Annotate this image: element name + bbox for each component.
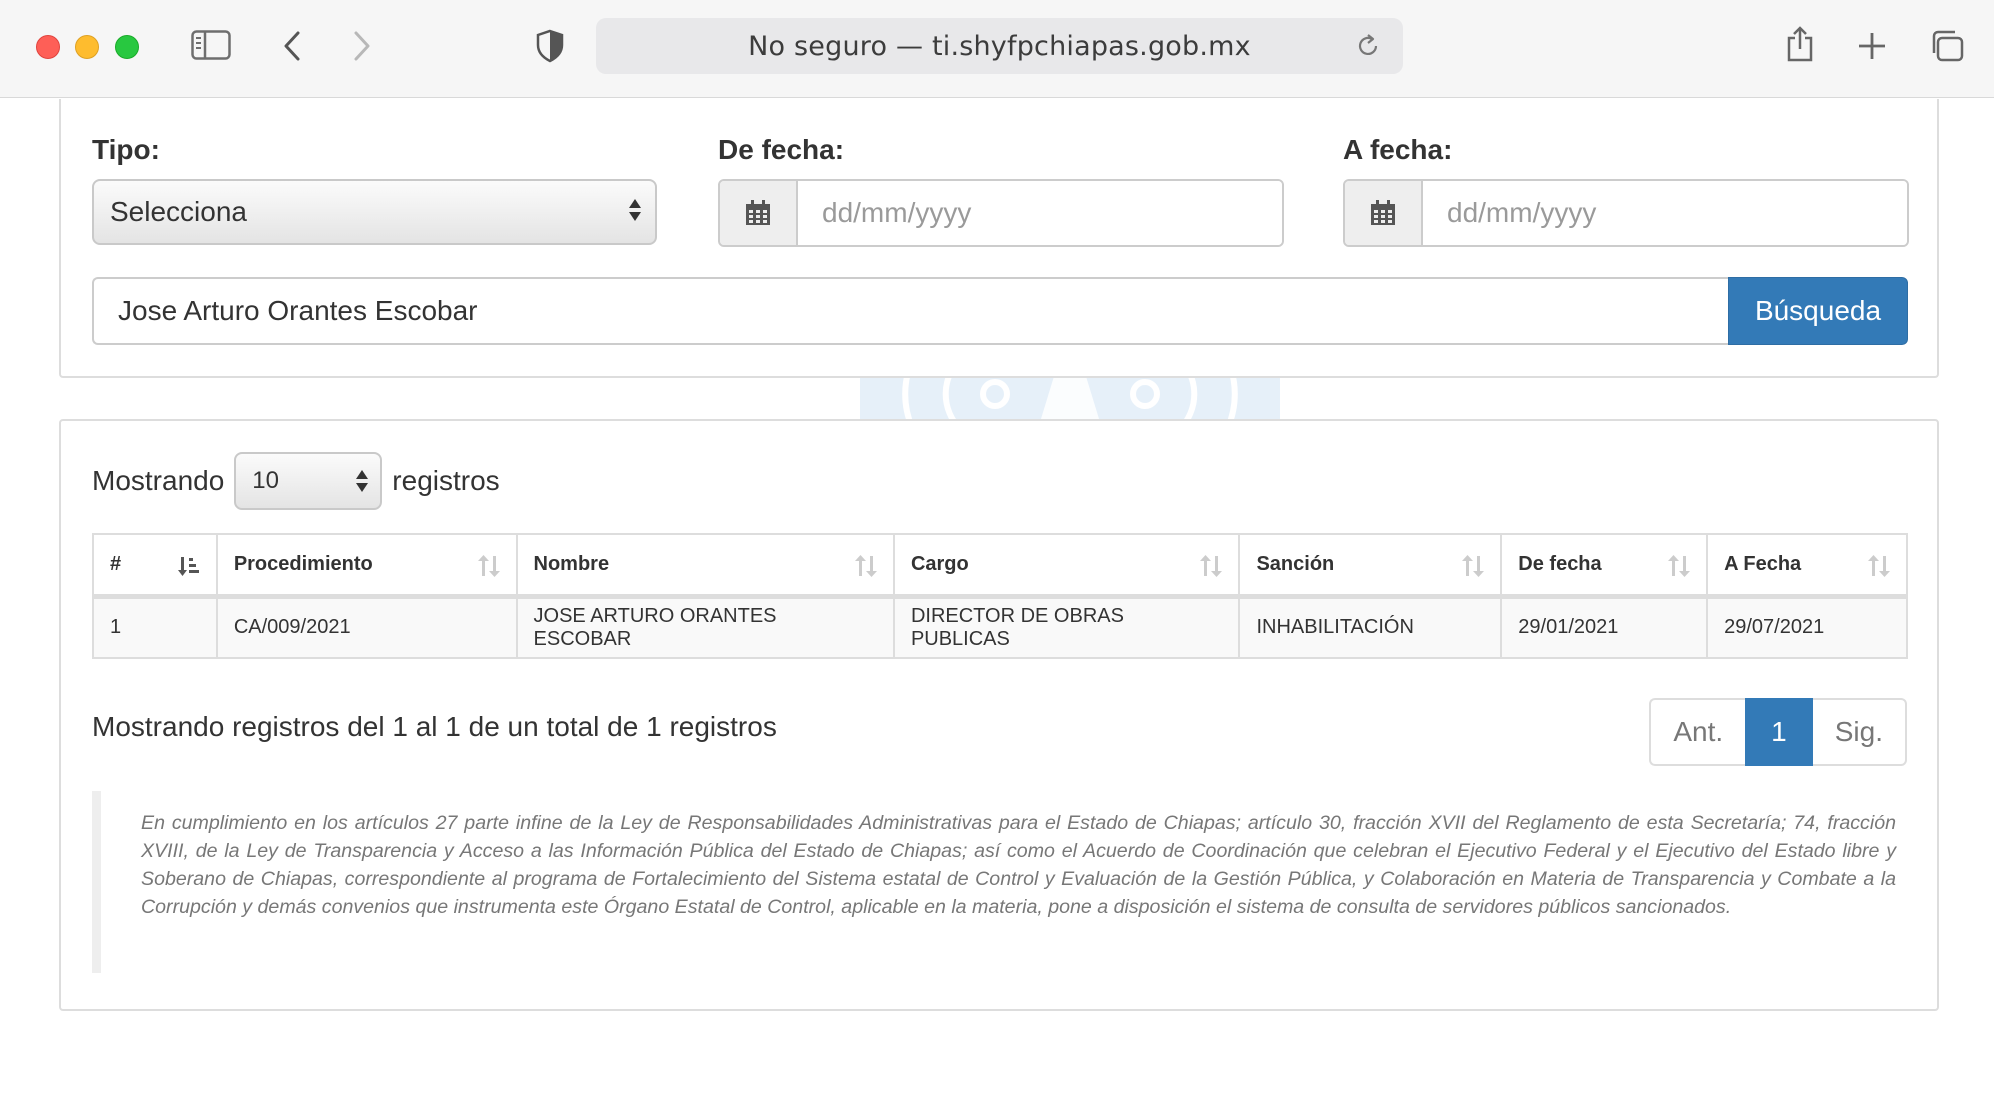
- pagination-next-button[interactable]: Sig.: [1812, 698, 1907, 766]
- tipo-selected-value: Selecciona: [110, 196, 247, 227]
- sidebar-icon[interactable]: [190, 28, 232, 62]
- column-header-a-fecha[interactable]: A Fecha: [1706, 533, 1908, 599]
- pagination: Ant. 1 Sig.: [1649, 698, 1907, 766]
- cell-nombre: JOSE ARTURO ORANTES ESCOBAR: [515, 595, 895, 659]
- length-suffix: registros: [392, 465, 500, 496]
- column-header-cargo[interactable]: Cargo: [892, 533, 1241, 599]
- cell-de-fecha: 29/01/2021: [1500, 595, 1709, 659]
- cell-sancion: INHABILITACIÓN: [1238, 595, 1503, 659]
- new-tab-icon[interactable]: [1856, 30, 1888, 62]
- tab-overview-icon[interactable]: [1928, 28, 1966, 64]
- close-window-button[interactable]: [36, 35, 60, 59]
- minimize-window-button[interactable]: [75, 35, 99, 59]
- column-header-sancion[interactable]: Sanción: [1238, 533, 1503, 599]
- table-info: Mostrando registros del 1 al 1 de un tot…: [92, 711, 777, 742]
- cell-a-fecha: 29/07/2021: [1706, 595, 1908, 659]
- address-bar[interactable]: No seguro — ti.shyfpchiapas.gob.mx: [596, 18, 1403, 74]
- page-content: AGENCIA CINCUENTA Y CINCO Tipo: Seleccio…: [0, 99, 1994, 1118]
- a-fecha-group: [1343, 179, 1909, 247]
- column-header-nombre[interactable]: Nombre: [515, 533, 895, 599]
- pagination-page-1[interactable]: 1: [1745, 698, 1813, 766]
- browser-toolbar: No seguro — ti.shyfpchiapas.gob.mx: [0, 0, 1994, 98]
- a-fecha-label: A fecha:: [1343, 134, 1453, 165]
- results-panel: Mostrando 10 registros # Procedimiento N…: [59, 419, 1939, 1011]
- url-text: No seguro — ti.shyfpchiapas.gob.mx: [748, 30, 1251, 62]
- cell-cargo: DIRECTOR DE OBRAS PUBLICAS: [892, 595, 1241, 659]
- back-icon[interactable]: [278, 28, 306, 64]
- search-input[interactable]: [92, 277, 1728, 345]
- sort-icon: [1200, 555, 1223, 583]
- page-length-control: Mostrando 10 registros: [92, 451, 500, 511]
- sort-icon: [1868, 555, 1890, 583]
- pagination-prev-button[interactable]: Ant.: [1649, 698, 1746, 766]
- column-header-de-fecha[interactable]: De fecha: [1500, 533, 1709, 599]
- a-fecha-input[interactable]: [1423, 181, 1907, 245]
- page-length-value: 10: [252, 467, 279, 494]
- page-length-select[interactable]: 10: [234, 452, 383, 510]
- sort-icon: [1668, 555, 1691, 583]
- de-fecha-input[interactable]: [798, 181, 1282, 245]
- sort-icon: [854, 555, 877, 583]
- filters-panel: Tipo: Selecciona De fecha: A fecha: Búsq…: [59, 99, 1939, 378]
- column-header-procedimiento[interactable]: Procedimiento: [215, 533, 518, 599]
- share-icon[interactable]: [1784, 24, 1816, 64]
- search-group: Búsqueda: [92, 277, 1908, 345]
- table-header-row: # Procedimiento Nombre Cargo Sanción De …: [92, 533, 1908, 599]
- zoom-window-button[interactable]: [115, 35, 139, 59]
- table-row: 1 CA/009/2021 JOSE ARTURO ORANTES ESCOBA…: [92, 595, 1908, 659]
- shield-icon[interactable]: [534, 28, 566, 64]
- forward-icon[interactable]: [348, 28, 376, 64]
- cell-procedimiento: CA/009/2021: [215, 595, 518, 659]
- cell-number: 1: [92, 595, 218, 659]
- column-header-number[interactable]: #: [92, 533, 218, 599]
- select-arrows-icon: [356, 470, 369, 492]
- sort-icon: [1462, 555, 1485, 583]
- length-prefix: Mostrando: [92, 465, 225, 496]
- disclaimer-quote: En cumplimiento en los artículos 27 part…: [92, 791, 1908, 973]
- calendar-icon[interactable]: [720, 181, 798, 245]
- sort-ascending-icon: [177, 555, 200, 583]
- calendar-icon[interactable]: [1345, 181, 1423, 245]
- tipo-select[interactable]: Selecciona: [92, 179, 657, 245]
- de-fecha-label: De fecha:: [718, 134, 845, 165]
- de-fecha-group: [718, 179, 1284, 247]
- sort-icon: [477, 555, 500, 583]
- reload-icon[interactable]: [1355, 33, 1381, 64]
- results-table: # Procedimiento Nombre Cargo Sanción De …: [92, 533, 1908, 659]
- select-arrows-icon: [629, 199, 641, 221]
- tipo-label: Tipo:: [92, 134, 160, 165]
- search-button[interactable]: Búsqueda: [1728, 277, 1908, 345]
